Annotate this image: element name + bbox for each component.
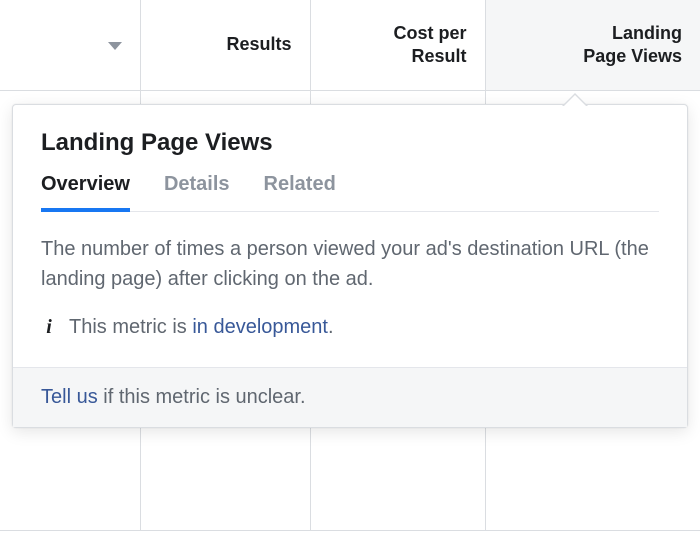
column-header-label: Page Views [487,45,683,68]
tab-details[interactable]: Details [164,173,230,212]
in-development-link[interactable]: in development [192,316,328,338]
column-header-label: Results [226,34,291,54]
info-icon: i [41,316,57,339]
column-header-label: Landing [487,22,683,45]
note-suffix: . [328,316,334,338]
tell-us-link[interactable]: Tell us [41,386,98,408]
column-header-landing-page-views[interactable]: Landing Page Views [485,0,700,90]
column-header-label: Result [312,45,467,68]
popover-footer: Tell us if this metric is unclear. [13,367,687,427]
column-sort-dropdown[interactable] [0,0,140,90]
column-header-cost-per-result[interactable]: Cost per Result [310,0,485,90]
note-text: This metric is in development. [69,316,334,339]
metric-description: The number of times a person viewed your… [41,234,659,294]
popover-title: Landing Page Views [41,129,659,157]
metric-status-note: i This metric is in development. [41,316,659,339]
note-prefix: This metric is [69,316,192,338]
column-header-label: Cost per [312,22,467,45]
popover-arrow-icon [563,95,587,107]
table-header-row: Results Cost per Result Landing Page Vie… [0,0,700,90]
tab-overview[interactable]: Overview [41,173,130,212]
tab-related[interactable]: Related [264,173,336,212]
metric-tooltip-popover: Landing Page Views Overview Details Rela… [12,104,688,428]
popover-tabs: Overview Details Related [41,173,659,212]
footer-text: if this metric is unclear. [98,386,306,408]
chevron-down-icon [108,42,122,50]
column-header-results[interactable]: Results [140,0,310,90]
